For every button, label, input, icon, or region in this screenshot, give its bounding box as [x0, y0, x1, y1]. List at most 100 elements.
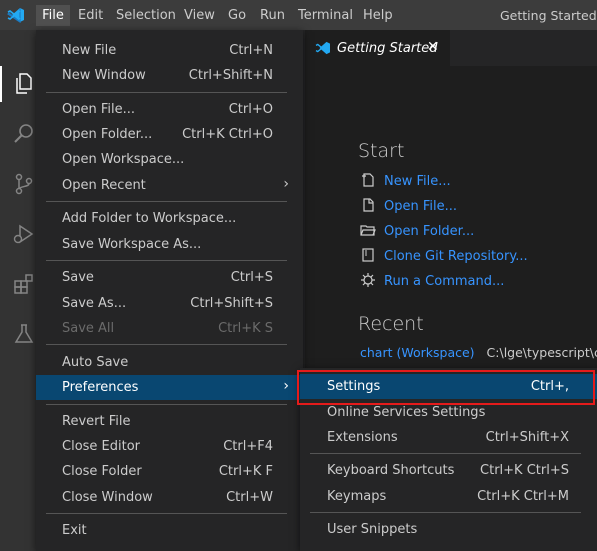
menu-go[interactable]: Go — [228, 5, 246, 26]
menu-item-add-folder[interactable]: Add Folder to Workspace... — [36, 206, 303, 231]
menu-item-shortcut: Ctrl+Shift+S — [190, 296, 273, 311]
menu-item-label: Online Services Settings — [327, 405, 486, 420]
tab-label: Getting Started — [337, 41, 438, 56]
menu-item-close-folder[interactable]: Close Folder Ctrl+K F — [36, 459, 303, 484]
menu-item-revert-file[interactable]: Revert File — [36, 409, 303, 434]
menu-item-preferences[interactable]: Preferences › — [36, 375, 303, 400]
menu-item-label: Close Window — [62, 490, 153, 505]
menu-item-label: Save Workspace As... — [62, 237, 202, 252]
menu-item-label: Save All — [62, 321, 115, 336]
test-flask-icon[interactable] — [12, 322, 36, 346]
menu-item-label: Exit — [62, 523, 87, 538]
annotation-highlight-box — [297, 370, 595, 405]
menu-item-label: Extensions — [327, 430, 398, 445]
window-title: Getting Started - E — [500, 8, 597, 23]
menu-item-label: Keymaps — [327, 489, 387, 504]
menu-separator — [46, 404, 287, 405]
menu-separator — [46, 201, 287, 202]
menu-item-open-workspace[interactable]: Open Workspace... — [36, 147, 303, 172]
repo-clone-icon — [360, 247, 376, 263]
chevron-right-icon: › — [283, 176, 289, 192]
vscode-tab-icon — [315, 41, 330, 55]
menu-item-label: Open Workspace... — [62, 152, 185, 167]
menu-item-close-window[interactable]: Close Window Ctrl+W — [36, 485, 303, 510]
menu-item-label: New File — [62, 43, 117, 58]
menu-item-label: Open Folder... — [62, 127, 153, 142]
menu-item-shortcut: Ctrl+N — [229, 43, 273, 58]
menu-item-label: Save As... — [62, 296, 127, 311]
menu-item-shortcut: Ctrl+O — [228, 102, 273, 117]
menu-run[interactable]: Run — [260, 5, 285, 26]
close-icon[interactable]: ✕ — [427, 39, 439, 55]
new-file-label: New File... — [384, 174, 451, 189]
files-icon[interactable] — [12, 72, 36, 96]
menu-item-user-snippets[interactable]: User Snippets — [300, 517, 597, 542]
menu-item-close-editor[interactable]: Close Editor Ctrl+F4 — [36, 434, 303, 459]
new-file-link[interactable]: New File... — [360, 172, 451, 190]
run-debug-icon[interactable] — [12, 222, 36, 246]
menu-item-save-as[interactable]: Save As... Ctrl+Shift+S — [36, 291, 303, 316]
menu-item-shortcut: Ctrl+K S — [218, 321, 273, 336]
clone-repo-link[interactable]: Clone Git Repository... — [360, 247, 528, 265]
menu-item-label: Keyboard Shortcuts — [327, 463, 455, 478]
menu-item-exit[interactable]: Exit — [36, 518, 303, 543]
menu-item-shortcut: Ctrl+K F — [218, 464, 273, 479]
menu-item-open-folder[interactable]: Open Folder... Ctrl+K Ctrl+O — [36, 122, 303, 147]
menu-item-new-file[interactable]: New File Ctrl+N — [36, 38, 303, 63]
open-file-link[interactable]: Open File... — [360, 197, 457, 215]
menu-item-label: Save — [62, 270, 94, 285]
menu-item-shortcut: Ctrl+F4 — [223, 439, 273, 454]
menu-item-shortcut: Ctrl+W — [226, 490, 273, 505]
menu-view[interactable]: View — [184, 5, 215, 26]
file-menu: New File Ctrl+N New Window Ctrl+Shift+N Op… — [36, 30, 303, 551]
menu-item-keyboard-shortcuts[interactable]: Keyboard Shortcuts Ctrl+K Ctrl+S — [300, 458, 597, 483]
start-heading: Start — [358, 140, 405, 162]
search-icon[interactable] — [12, 122, 36, 146]
recent-item[interactable]: chart (Workspace) C:\lge\typescript\cha — [360, 345, 597, 360]
menu-separator — [46, 344, 287, 345]
menu-item-shortcut: Ctrl+K Ctrl+M — [477, 489, 569, 504]
menu-item-keymaps[interactable]: Keymaps Ctrl+K Ctrl+M — [300, 484, 597, 509]
menu-item-label: Preferences — [62, 380, 139, 395]
chevron-right-icon: › — [283, 378, 289, 394]
menu-item-new-window[interactable]: New Window Ctrl+Shift+N — [36, 63, 303, 88]
menu-terminal[interactable]: Terminal — [298, 5, 353, 26]
menu-item-label: Close Editor — [62, 439, 141, 454]
recent-item-name[interactable]: chart (Workspace) — [360, 345, 475, 360]
open-folder-link[interactable]: Open Folder... — [360, 222, 474, 240]
tab-getting-started[interactable]: Getting Started ✕ — [305, 30, 450, 66]
menu-separator — [46, 92, 287, 93]
menu-help[interactable]: Help — [363, 5, 393, 26]
menu-separator — [46, 260, 287, 261]
open-file-label: Open File... — [384, 199, 458, 214]
menu-item-shortcut: Ctrl+K Ctrl+S — [480, 463, 569, 478]
folder-icon — [360, 222, 376, 238]
menu-item-save-workspace-as[interactable]: Save Workspace As... — [36, 232, 303, 257]
menu-item-label: New Window — [62, 68, 146, 83]
menu-item-shortcut: Ctrl+K Ctrl+O — [182, 127, 273, 142]
menu-item-open-file[interactable]: Open File... Ctrl+O — [36, 97, 303, 122]
menu-item-open-recent[interactable]: Open Recent › — [36, 173, 303, 198]
menu-separator — [310, 453, 581, 454]
menu-selection[interactable]: Selection — [116, 5, 176, 26]
menu-item-label: Open File... — [62, 102, 136, 117]
menu-item-shortcut: Ctrl+S — [230, 270, 273, 285]
menu-item-extensions[interactable]: Extensions Ctrl+Shift+X — [300, 425, 597, 450]
run-command-label: Run a Command... — [384, 274, 505, 289]
extensions-icon[interactable] — [12, 272, 36, 296]
active-indicator — [0, 66, 2, 102]
menu-item-shortcut: Ctrl+Shift+N — [188, 68, 273, 83]
menu-file[interactable]: File — [36, 5, 70, 26]
tab-bar: Getting Started ✕ — [305, 30, 597, 66]
source-control-icon[interactable] — [12, 172, 36, 196]
menu-item-shortcut: Ctrl+Shift+X — [485, 430, 569, 445]
run-command-link[interactable]: Run a Command... — [360, 272, 504, 290]
menu-item-save[interactable]: Save Ctrl+S — [36, 265, 303, 290]
menu-edit[interactable]: Edit — [78, 5, 103, 26]
menu-item-label: Close Folder — [62, 464, 142, 479]
menu-item-label: Auto Save — [62, 355, 129, 370]
recent-item-path: C:\lge\typescript\cha — [486, 345, 597, 360]
menu-separator — [310, 512, 581, 513]
menu-item-label: Open Recent — [62, 178, 146, 193]
menu-item-auto-save[interactable]: Auto Save — [36, 350, 303, 375]
